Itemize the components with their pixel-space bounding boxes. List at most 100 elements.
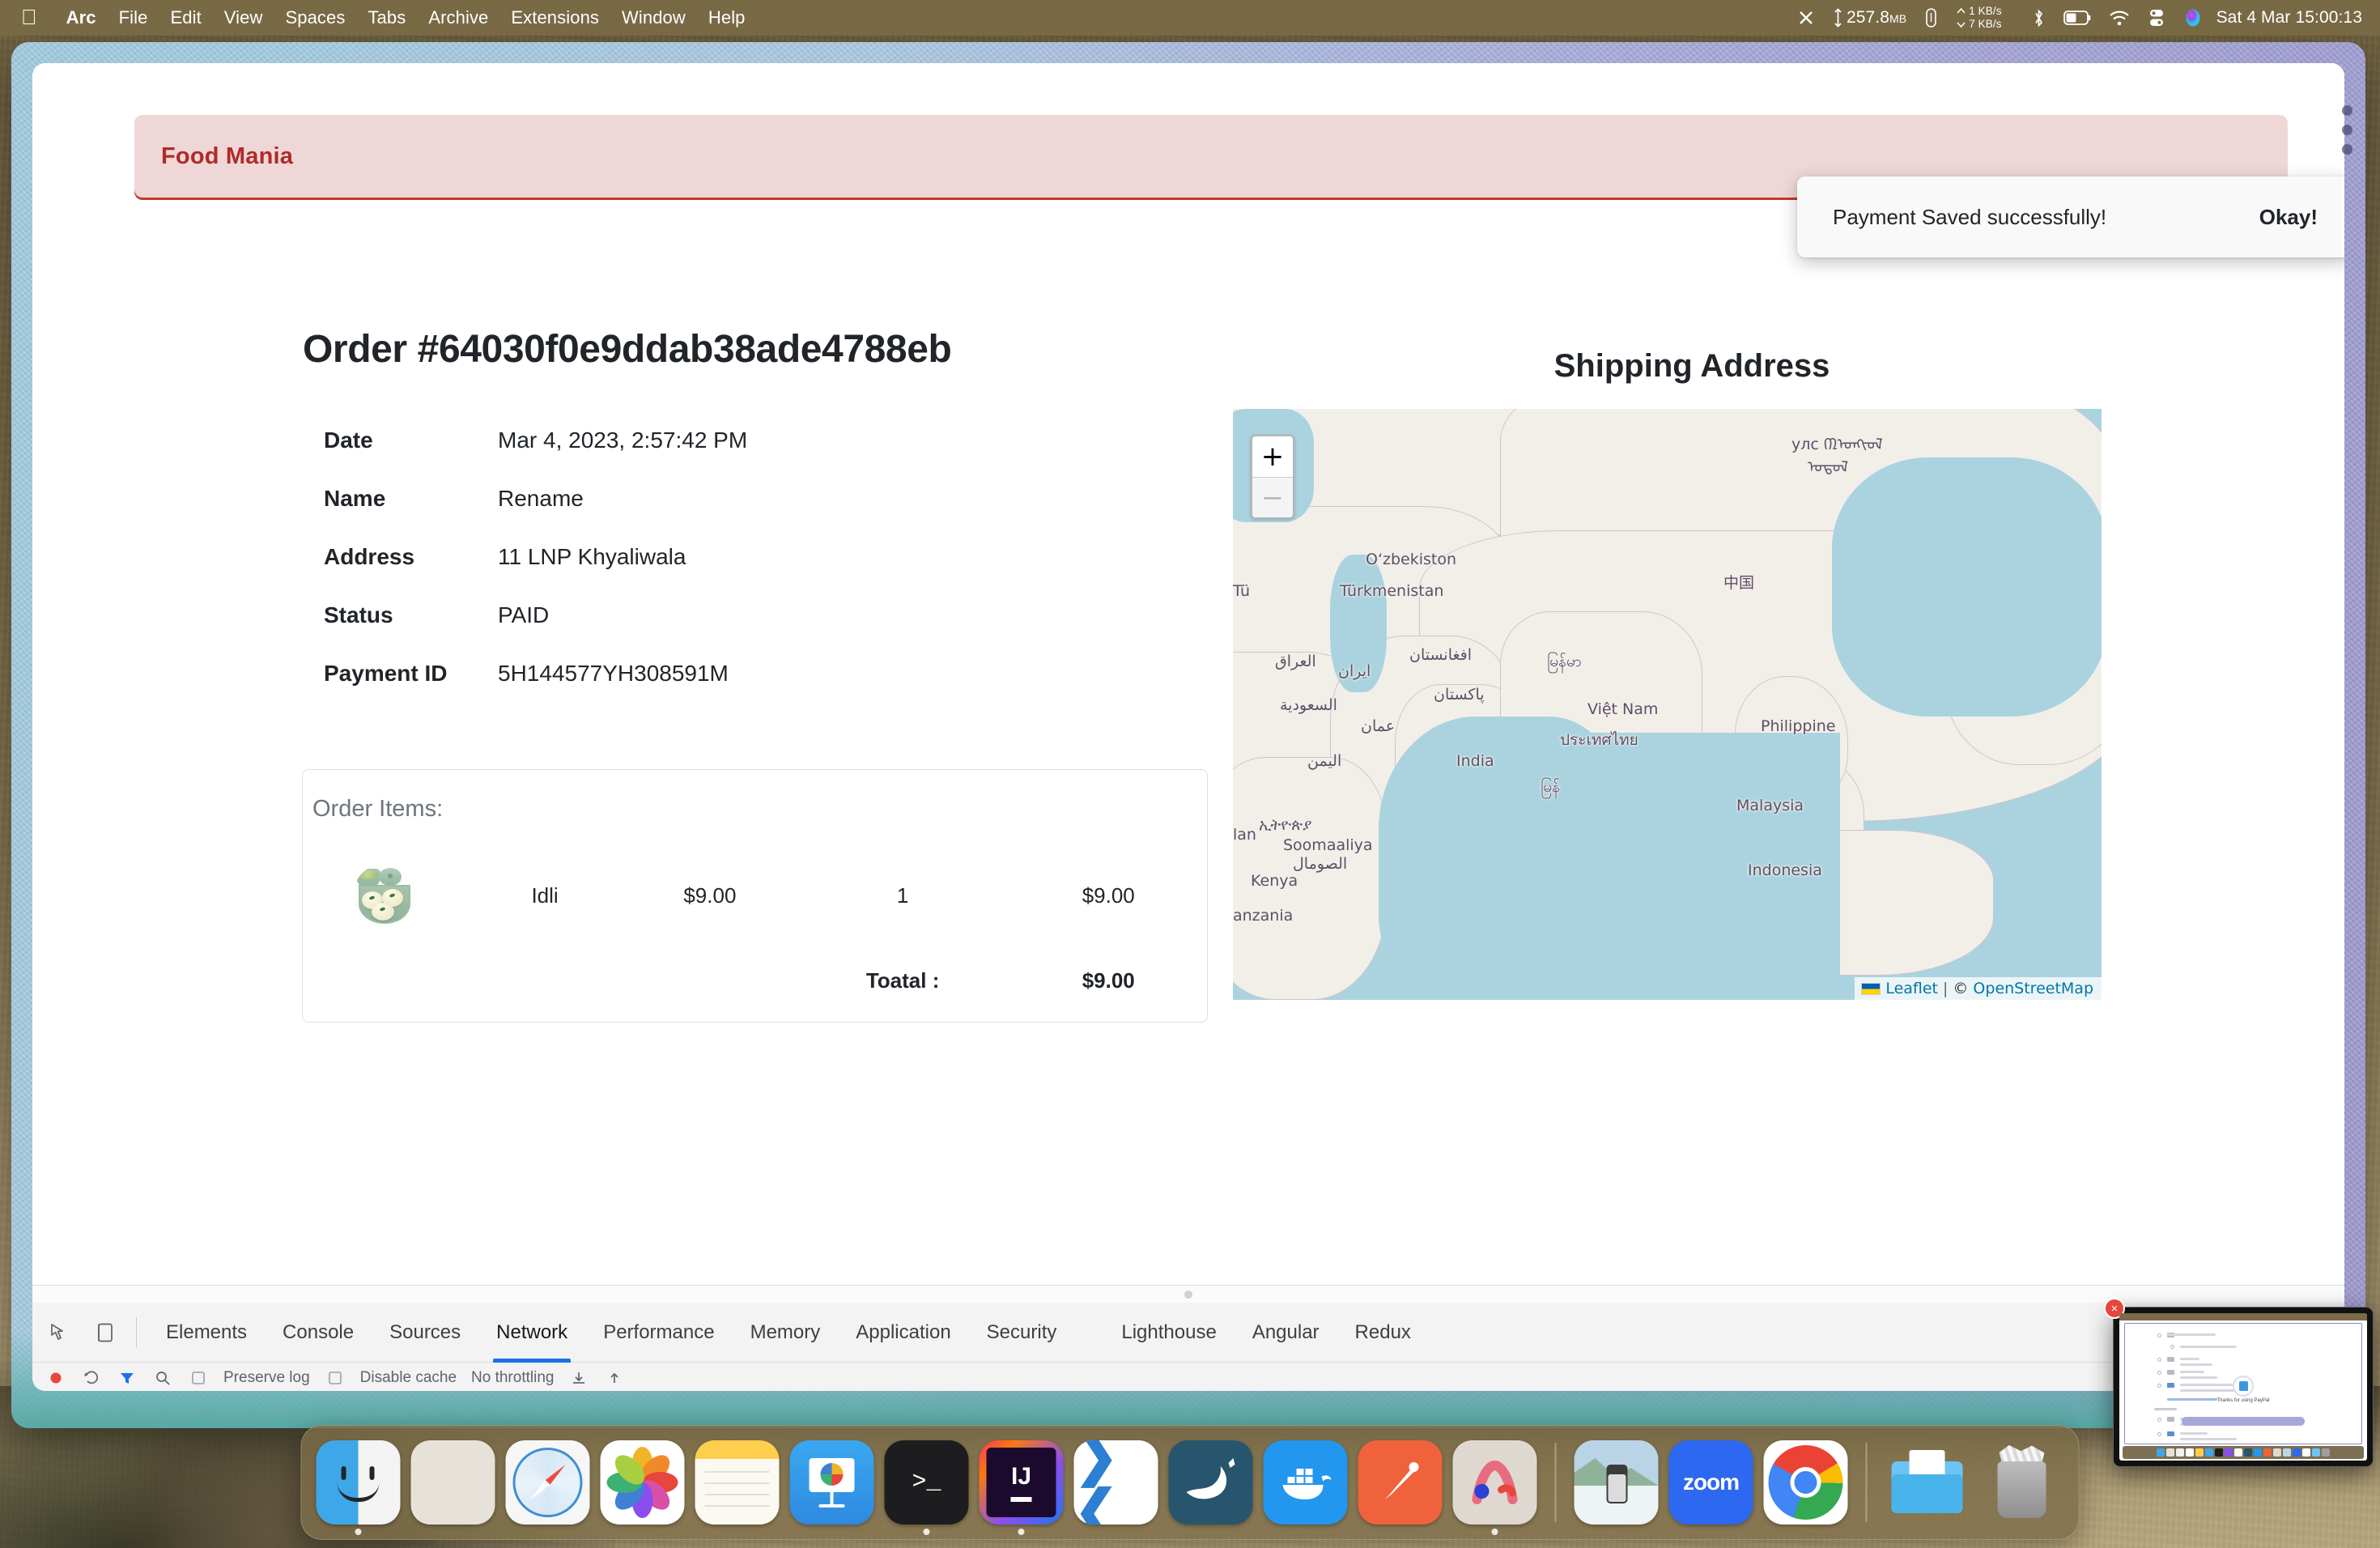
dock-item-mysql-workbench[interactable] [1168,1440,1253,1525]
menu-item-help[interactable]: Help [697,7,757,28]
toast-okay-button[interactable]: Okay! [2259,205,2318,230]
menu-item-window[interactable]: Window [610,7,697,28]
search-icon[interactable] [152,1367,173,1389]
menu-item-view[interactable]: View [213,7,274,28]
dock-item-notes[interactable] [695,1440,780,1525]
dock-item-vscode[interactable]: ❯❮ [1073,1440,1158,1525]
openstreetmap-link[interactable]: OpenStreetMap [1973,980,2093,997]
downloads-folder-icon [1885,1440,1970,1525]
dock-item-docker[interactable] [1263,1440,1348,1525]
map-label: Tü [1233,582,1251,600]
tab-network[interactable]: Network [478,1303,585,1363]
map-label: India [1456,752,1494,770]
copyright-symbol: © [1953,980,1969,997]
memory-usage-indicator[interactable]: 257.8MB [1824,8,1915,28]
menu-item-tabs[interactable]: Tabs [356,7,417,28]
menu-item-arc[interactable]: Arc [55,7,108,28]
thumbnail-page: Thanks for using PayPal [2124,1323,2362,1444]
map-label: ኢትዮጵያ [1259,816,1312,834]
tab-elements[interactable]: Elements [148,1303,265,1363]
menu-item-file[interactable]: File [108,7,159,28]
map-label: پاکستان [1434,686,1485,704]
dock-item-downloads-folder[interactable] [1885,1440,1970,1525]
order-total-value: $9.00 [1082,968,1135,993]
menu-bar-clock[interactable]: Sat 4 Mar 15:00:13 [2212,8,2365,28]
tab-console[interactable]: Console [265,1303,372,1363]
table-row: Idli $9.00 1 $9.00 [303,851,1207,940]
tab-lighthouse[interactable]: Lighthouse [1103,1303,1234,1363]
menu-item-spaces[interactable]: Spaces [274,7,356,28]
tab-application[interactable]: Application [838,1303,968,1363]
devtools-panel: Elements Console Sources Network Perform… [32,1285,2344,1391]
dock-item-finder[interactable] [316,1440,401,1535]
battery-icon[interactable] [2055,9,2100,27]
menu-item-edit[interactable]: Edit [159,7,212,28]
window-control-dot[interactable] [2342,105,2352,116]
macos-menu-bar:  Arc File Edit View Spaces Tabs Archive… [0,0,2380,36]
window-control-dot[interactable] [2342,125,2352,135]
tab-sources[interactable]: Sources [372,1303,478,1363]
dock-item-safari[interactable] [505,1440,590,1525]
window-controls[interactable] [2342,105,2352,155]
tab-security[interactable]: Security [969,1303,1075,1363]
order-detail-row: Date Mar 4, 2023, 2:57:42 PM [324,427,1230,486]
dock-item-postman[interactable] [1358,1440,1443,1525]
brand-logo[interactable]: Food Mania [134,143,293,170]
dock-item-preview[interactable] [1574,1440,1659,1525]
siri-icon[interactable] [2174,8,2212,28]
empty-cell [303,940,465,1021]
tab-redux[interactable]: Redux [1337,1303,1429,1363]
dock-item-terminal[interactable]: >_ [884,1440,969,1535]
dock-item-photos[interactable] [600,1440,685,1525]
dock-item-intellij-idea[interactable]: IJ [979,1440,1064,1535]
dock-item-launchpad[interactable] [410,1440,495,1525]
inspect-element-icon[interactable] [42,1316,78,1349]
tab-angular[interactable]: Angular [1235,1303,1337,1363]
dock-item-arc[interactable] [1452,1440,1537,1535]
clear-icon[interactable] [81,1367,102,1389]
order-detail-row: Address 11 LNP Khyaliwala [324,544,1230,602]
map-zoom-in-button[interactable]: + [1252,436,1293,477]
keynote-icon [789,1440,874,1525]
window-control-dot[interactable] [2342,144,2352,155]
map-attribution: Leaflet | © OpenStreetMap [1855,977,2102,1000]
dock-item-trash[interactable] [1980,1440,2064,1525]
network-upload-speed: 1 KB/s [1969,4,2002,17]
leaflet-link[interactable]: Leaflet [1885,980,1938,997]
order-detail-value: 5H144577YH308591M [498,661,729,686]
map-zoom-out-button[interactable]: − [1252,477,1293,517]
network-toolbar: Preserve log Disable cache No throttling [32,1363,2344,1391]
dock-item-chrome[interactable] [1763,1440,1848,1525]
map-label: Oʻzbekiston [1366,551,1457,568]
tab-memory[interactable]: Memory [733,1303,839,1363]
dock-item-keynote[interactable] [789,1440,874,1525]
network-speed-indicator[interactable]: 1 KB/s 7 KB/s [1947,5,2010,32]
throttle-label[interactable]: No throttling [471,1369,554,1387]
filter-icon[interactable] [117,1367,138,1389]
apple-logo-icon[interactable]:  [21,6,37,28]
map-zoom-controls[interactable]: + − [1251,435,1294,519]
disable-cache-checkbox[interactable] [325,1367,346,1389]
control-center-icon[interactable] [2139,8,2174,28]
x-icon[interactable] [1788,9,1824,27]
menu-item-extensions[interactable]: Extensions [499,7,610,28]
map-label: Việt Nam [1587,700,1659,718]
wifi-icon[interactable] [2100,10,2139,26]
thumbnail-menubar [2119,1313,2367,1320]
export-har-icon[interactable] [604,1367,625,1389]
order-details-list: Date Mar 4, 2023, 2:57:42 PM Name Rename… [324,427,1230,719]
dock-item-zoom[interactable]: zoom [1668,1440,1753,1525]
preserve-log-checkbox[interactable] [188,1367,209,1389]
page-title: Order #64030f0e9ddab38ade4788eb [303,328,952,371]
paperclip-icon[interactable] [1915,7,1947,28]
devtools-resize-handle[interactable] [32,1285,2344,1303]
menu-item-archive[interactable]: Archive [417,7,499,28]
import-har-icon[interactable] [568,1367,589,1389]
record-stop-icon[interactable] [45,1367,66,1389]
screenshot-preview-thumbnail[interactable]: × Thanks for using PayPal [2104,1298,2374,1467]
device-toolbar-icon[interactable] [87,1316,123,1349]
leaflet-map[interactable]: + − улс ᠓ᠣᠩᠢᠣᠯ ᠡᠣᠲᠣᠯ Oʻzbekiston Türkmenist… [1233,409,2102,1000]
tab-performance[interactable]: Performance [585,1303,732,1363]
order-detail-row: Payment ID 5H144577YH308591M [324,661,1230,719]
bluetooth-icon[interactable] [2011,8,2055,28]
